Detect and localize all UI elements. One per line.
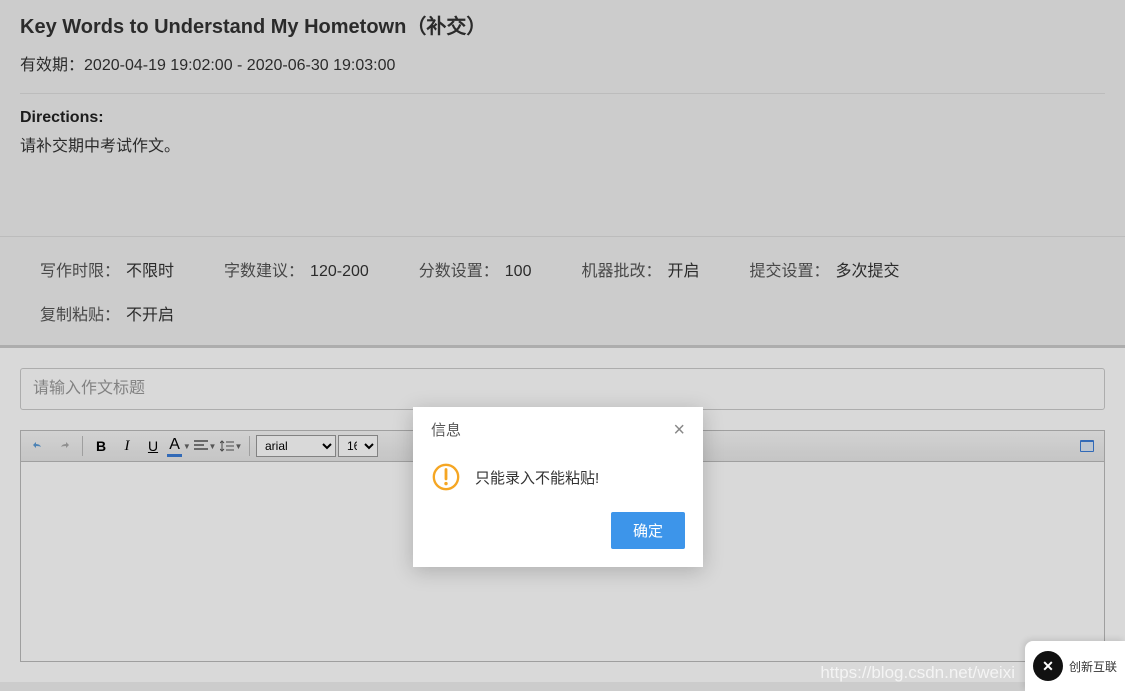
modal-header: 信息 ×: [413, 407, 703, 452]
modal-body: 只能录入不能粘贴!: [413, 452, 703, 512]
modal-overlay: 信息 × 只能录入不能粘贴! 确定: [0, 0, 1125, 691]
confirm-button[interactable]: 确定: [611, 512, 685, 549]
logo-text: 创新互联: [1069, 658, 1117, 675]
modal-message: 只能录入不能粘贴!: [475, 467, 599, 488]
close-icon: ×: [673, 419, 685, 441]
modal-footer: 确定: [413, 512, 703, 567]
watermark-text: https://blog.csdn.net/weixi: [820, 663, 1015, 683]
close-button[interactable]: ×: [673, 420, 685, 440]
corner-logo: ✕ 创新互联: [1025, 641, 1125, 691]
modal-title: 信息: [431, 419, 461, 440]
warning-icon: [431, 462, 461, 492]
info-modal: 信息 × 只能录入不能粘贴! 确定: [413, 407, 703, 567]
logo-icon: ✕: [1033, 651, 1063, 681]
